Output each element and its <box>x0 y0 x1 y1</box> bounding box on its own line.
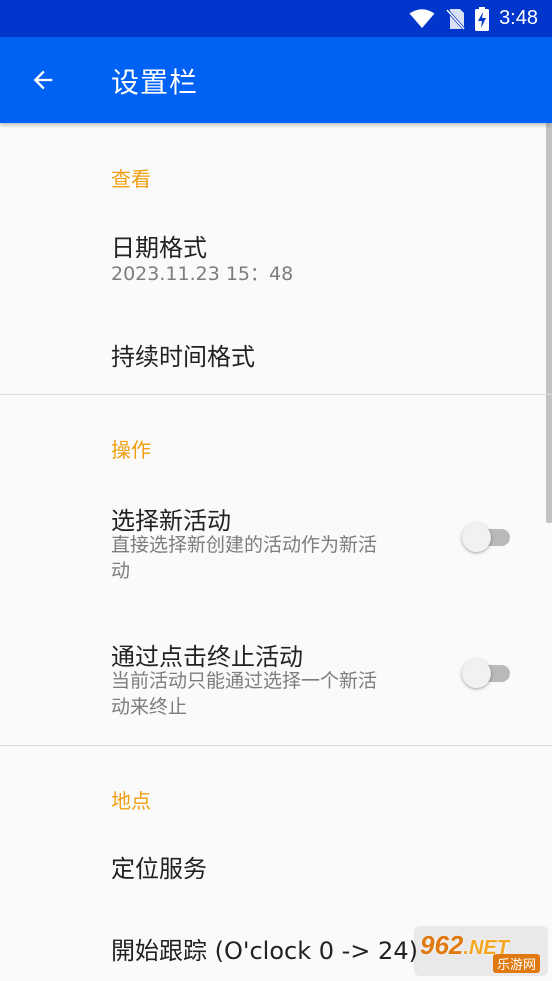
stop-on-click-switch[interactable] <box>462 657 512 688</box>
battery-charging-icon <box>475 6 490 31</box>
pref-summary: 2023.11.23 15：48 <box>111 263 294 285</box>
watermark-logo: 962.NET 乐游网 <box>414 926 548 976</box>
pref-title: 定位服务 <box>111 855 207 883</box>
status-time: 3:48 <box>499 7 538 29</box>
pref-stop-on-click[interactable]: 通过点击终止活动 当前活动只能通过选择一个新活 动来终止 <box>0 615 548 733</box>
pref-summary: 当前活动只能通过选择一个新活 <box>111 670 378 692</box>
divider <box>0 745 552 746</box>
pref-title: 通过点击终止活动 <box>111 643 303 671</box>
settings-list[interactable]: 查看 日期格式 2023.11.23 15：48 持续时间格式 操作 选择新活动… <box>0 123 552 981</box>
app-bar: 设置栏 <box>0 37 552 123</box>
pref-title: 持续时间格式 <box>111 343 255 371</box>
pref-summary: 动 <box>111 560 131 582</box>
watermark-subtext: 乐游网 <box>492 954 540 973</box>
wifi-icon <box>409 8 435 28</box>
pref-date-format[interactable]: 日期格式 2023.11.23 15：48 <box>0 205 548 311</box>
pref-duration-format[interactable]: 持续时间格式 <box>0 313 548 393</box>
category-actions-header: 操作 <box>111 438 151 462</box>
pref-select-new-activity[interactable]: 选择新活动 直接选择新创建的活动作为新活 动 <box>0 479 548 597</box>
pref-location-service[interactable]: 定位服务 <box>0 827 548 907</box>
category-view-header: 查看 <box>111 167 151 191</box>
switch-thumb <box>462 659 491 688</box>
status-bar: 3:48 <box>0 0 552 37</box>
category-location-header: 地点 <box>111 789 151 813</box>
pref-summary: 动来终止 <box>111 696 188 718</box>
page-title: 设置栏 <box>111 66 199 99</box>
pref-title: 选择新活动 <box>111 507 231 535</box>
back-button[interactable] <box>22 59 64 101</box>
pref-title: 日期格式 <box>111 234 207 262</box>
select-new-activity-switch[interactable] <box>462 521 512 552</box>
pref-title: 開始跟踪 (O'clock 0 -> 24) <box>111 937 418 965</box>
no-sim-icon <box>445 8 466 30</box>
divider <box>0 394 552 395</box>
pref-summary: 直接选择新创建的活动作为新活 <box>111 534 378 556</box>
arrow-back-icon <box>33 70 53 90</box>
switch-thumb <box>462 523 491 552</box>
